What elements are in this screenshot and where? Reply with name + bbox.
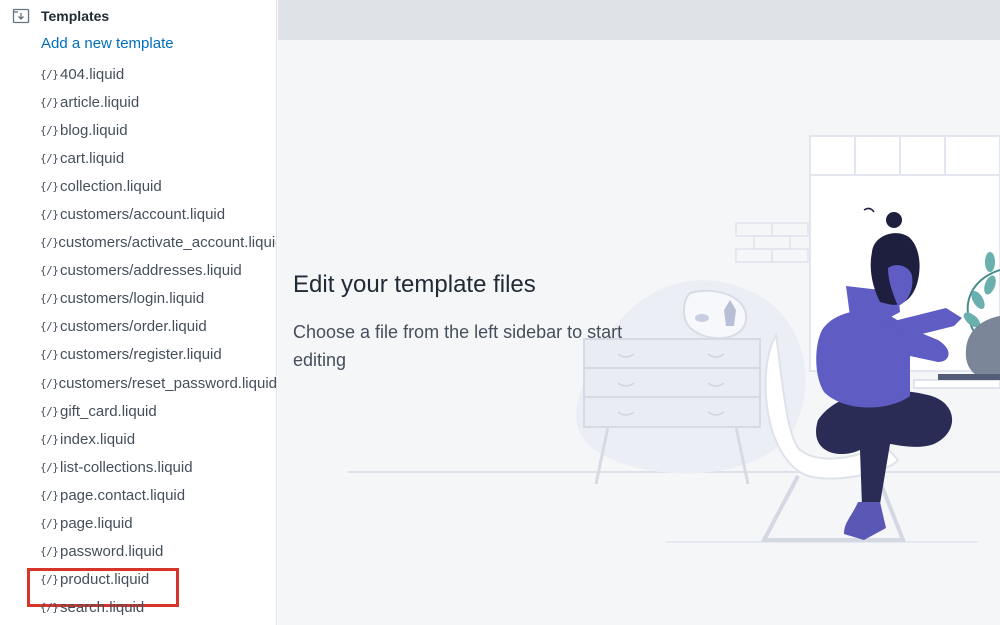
file-item-customers-order-liquid[interactable]: {/} customers/order.liquid — [0, 313, 276, 341]
file-name: index.liquid — [60, 430, 136, 448]
editor-toolbar — [278, 0, 1000, 40]
liquid-file-icon: {/} — [40, 320, 59, 334]
file-item-customers-register-liquid[interactable]: {/} customers/register.liquid — [0, 341, 276, 369]
file-item-collection-liquid[interactable]: {/} collection.liquid — [0, 172, 276, 200]
file-item-index-liquid[interactable]: {/} index.liquid — [0, 425, 276, 453]
file-item-password-liquid[interactable]: {/} password.liquid — [0, 538, 276, 566]
add-new-template-link[interactable]: Add a new template — [41, 35, 174, 52]
file-name: customers/reset_password.liquid — [58, 374, 277, 392]
file-item-gift-card-liquid[interactable]: {/} gift_card.liquid — [0, 397, 276, 425]
liquid-file-icon: {/} — [40, 376, 59, 390]
liquid-file-icon: {/} — [40, 404, 59, 418]
file-item-page-liquid[interactable]: {/} page.liquid — [0, 510, 276, 538]
file-name: password.liquid — [60, 543, 164, 561]
empty-state-description: Choose a file from the left sidebar to s… — [293, 322, 623, 370]
file-name: customers/addresses.liquid — [60, 262, 242, 280]
file-name: customers/activate_account.liquid — [58, 234, 277, 252]
liquid-file-icon: {/} — [40, 95, 59, 109]
file-item-article-liquid[interactable]: {/} article.liquid — [0, 88, 276, 116]
file-item-search-liquid[interactable]: {/} search.liquid — [0, 594, 276, 622]
liquid-file-icon: {/} — [40, 208, 59, 222]
file-item-customers-activate-account-liquid[interactable]: {/} customers/activate_account.liquid — [0, 229, 277, 257]
file-item-list-collections-liquid[interactable]: {/} list-collections.liquid — [0, 453, 276, 481]
file-item-product-liquid[interactable]: {/} product.liquid — [0, 566, 276, 607]
file-name: gift_card.liquid — [60, 402, 157, 420]
liquid-file-icon: {/} — [40, 545, 59, 559]
templates-section-header[interactable]: Templates — [12, 6, 109, 26]
liquid-file-icon: {/} — [40, 488, 59, 502]
file-item-page-contact-liquid[interactable]: {/} page.contact.liquid — [0, 481, 276, 509]
file-name: list-collections.liquid — [60, 458, 193, 476]
file-name: customers/register.liquid — [60, 346, 222, 364]
liquid-file-icon: {/} — [40, 348, 59, 362]
liquid-file-icon: {/} — [40, 236, 59, 250]
file-name: page.contact.liquid — [60, 486, 186, 504]
file-item-cart-liquid[interactable]: {/} cart.liquid — [0, 144, 276, 172]
section-title: Templates — [41, 8, 110, 24]
liquid-file-icon: {/} — [40, 292, 59, 306]
sidebar: Templates Add a new template {/} 404.liqu… — [0, 0, 277, 625]
liquid-file-icon: {/} — [40, 601, 59, 615]
file-item-404-liquid[interactable]: {/} 404.liquid — [0, 60, 276, 88]
liquid-file-icon: {/} — [40, 179, 59, 193]
file-name: search.liquid — [60, 599, 145, 617]
file-name: collection.liquid — [60, 177, 162, 195]
file-item-customers-account-liquid[interactable]: {/} customers/account.liquid — [0, 200, 276, 228]
liquid-file-icon: {/} — [40, 517, 59, 531]
liquid-file-icon: {/} — [40, 432, 59, 446]
file-name: article.liquid — [60, 93, 140, 111]
liquid-file-icon: {/} — [40, 264, 59, 278]
liquid-file-icon: {/} — [40, 460, 59, 474]
folder-download-icon — [12, 7, 30, 25]
file-item-customers-reset-password-liquid[interactable]: {/} customers/reset_password.liquid — [0, 369, 277, 397]
template-file-list: {/} 404.liquid {/} article.liquid {/} blog.li… — [0, 60, 277, 622]
file-name: customers/order.liquid — [60, 318, 207, 336]
empty-state-title: Edit your template files — [293, 271, 536, 298]
file-item-customers-addresses-liquid[interactable]: {/} customers/addresses.liquid — [0, 257, 276, 285]
liquid-file-icon: {/} — [40, 67, 59, 81]
file-name: product.liquid — [60, 571, 150, 589]
file-item-customers-login-liquid[interactable]: {/} customers/login.liquid — [0, 285, 276, 313]
file-name: customers/account.liquid — [60, 206, 226, 224]
liquid-file-icon: {/} — [40, 573, 59, 587]
main-panel: Edit your template files Choose a file f… — [278, 0, 1000, 625]
file-name: blog.liquid — [60, 121, 128, 139]
file-name: cart.liquid — [60, 149, 125, 167]
liquid-file-icon: {/} — [40, 123, 59, 137]
liquid-file-icon: {/} — [40, 151, 59, 165]
file-name: page.liquid — [60, 515, 133, 533]
file-name: 404.liquid — [60, 65, 125, 83]
file-item-blog-liquid[interactable]: {/} blog.liquid — [0, 116, 276, 144]
file-name: customers/login.liquid — [60, 290, 205, 308]
